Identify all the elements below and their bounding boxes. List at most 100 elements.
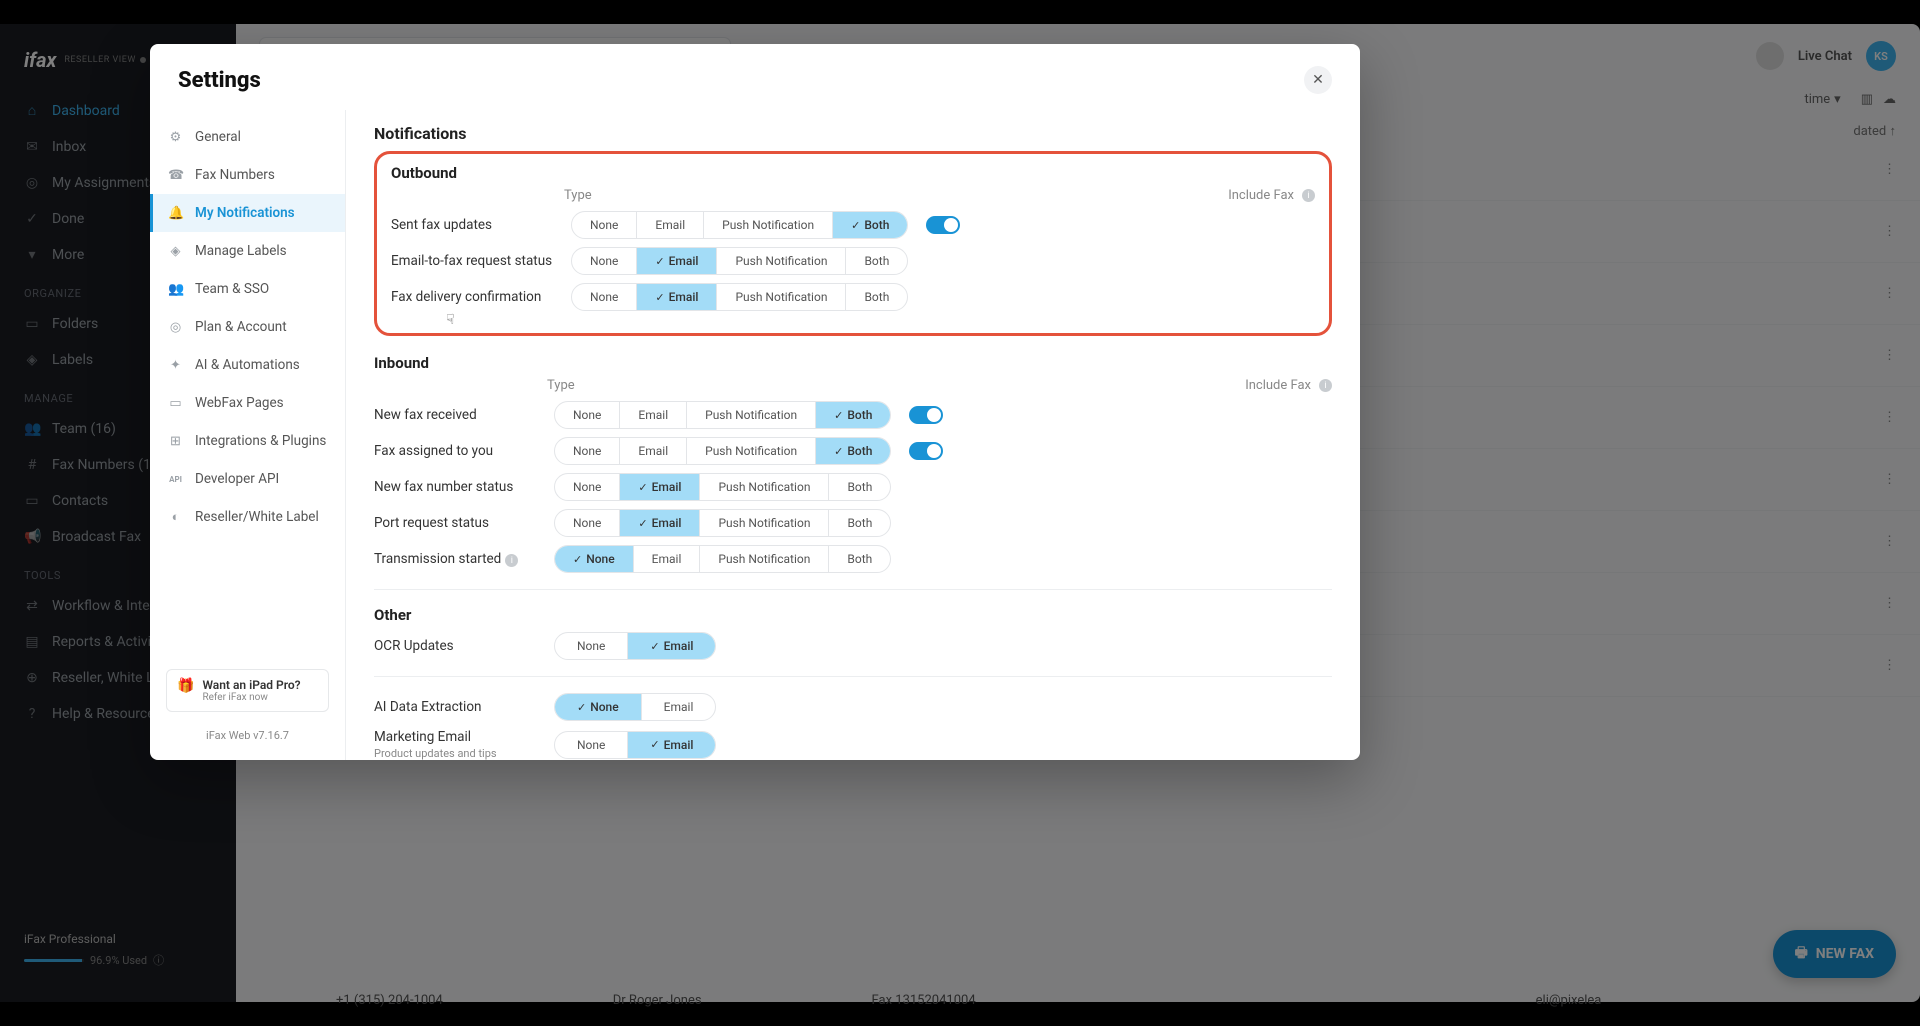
- segmented-control: NoneEmailPush NotificationBoth: [554, 509, 891, 537]
- row-label: OCR Updates: [374, 638, 554, 654]
- notification-row: OCR UpdatesNoneEmail: [374, 632, 1332, 660]
- segment-option[interactable]: Push Notification: [700, 546, 829, 572]
- referral-promo[interactable]: 🎁 Want an iPad Pro? Refer iFax now: [166, 669, 329, 712]
- outbound-title: Outbound: [391, 164, 1315, 182]
- notification-row: New fax receivedNoneEmailPush Notificati…: [374, 401, 1332, 429]
- segment-option[interactable]: Both: [833, 212, 907, 238]
- segment-option[interactable]: Email: [620, 474, 700, 500]
- notification-row: Sent fax updatesNoneEmailPush Notificati…: [391, 211, 1315, 239]
- segment-option[interactable]: None: [555, 438, 620, 464]
- settings-modal: Settings ✕ ⚙General☎Fax Numbers🔔My Notif…: [150, 44, 1360, 760]
- segmented-control: NoneEmailPush NotificationBoth: [554, 545, 891, 573]
- include-fax-toggle[interactable]: [909, 442, 943, 460]
- segment-option[interactable]: Both: [829, 474, 890, 500]
- settings-sidebar: ⚙General☎Fax Numbers🔔My Notifications◈Ma…: [150, 110, 346, 760]
- segment-option[interactable]: Push Notification: [687, 438, 816, 464]
- segment-option[interactable]: Both: [846, 248, 907, 274]
- segment-option[interactable]: None: [555, 546, 634, 572]
- segmented-control: NoneEmailPush NotificationBoth: [554, 437, 891, 465]
- segment-option[interactable]: None: [572, 212, 637, 238]
- info-icon[interactable]: i: [505, 554, 518, 567]
- segment-option[interactable]: None: [555, 510, 620, 536]
- info-icon[interactable]: i: [1319, 379, 1332, 392]
- notification-row: Marketing EmailProduct updates and tipsN…: [374, 729, 1332, 760]
- include-fax-header: Include Faxi: [1228, 188, 1315, 203]
- segment-option[interactable]: Push Notification: [717, 248, 846, 274]
- notification-row: Email-to-fax request statusNoneEmailPush…: [391, 247, 1315, 275]
- page-title: Notifications: [374, 124, 1332, 143]
- segment-option[interactable]: Email: [637, 284, 717, 310]
- segment-option[interactable]: None: [555, 474, 620, 500]
- segment-option[interactable]: Both: [846, 284, 907, 310]
- close-icon: ✕: [1312, 72, 1324, 88]
- settings-nav-item[interactable]: ◎Plan & Account: [150, 308, 345, 346]
- notification-row: Transmission startediNoneEmailPush Notif…: [374, 545, 1332, 573]
- settings-nav-item[interactable]: 🔔My Notifications: [150, 194, 345, 232]
- segment-option[interactable]: None: [572, 284, 637, 310]
- segment-option[interactable]: None: [555, 694, 642, 720]
- segmented-control: NoneEmailPush NotificationBoth: [571, 211, 908, 239]
- notification-row: Fax assigned to youNoneEmailPush Notific…: [374, 437, 1332, 465]
- segmented-control: NoneEmailPush NotificationBoth: [554, 473, 891, 501]
- settings-nav-item[interactable]: ⚙General: [150, 118, 345, 156]
- segment-option[interactable]: Push Notification: [704, 212, 833, 238]
- settings-nav-item[interactable]: ☎Fax Numbers: [150, 156, 345, 194]
- inbound-section: Inbound Type Include Faxi New fax receiv…: [374, 354, 1332, 573]
- settings-nav-item[interactable]: APIDeveloper API: [150, 460, 345, 498]
- settings-nav-item[interactable]: ⊞Integrations & Plugins: [150, 422, 345, 460]
- row-label: Port request status: [374, 515, 554, 531]
- segment-option[interactable]: Both: [816, 402, 890, 428]
- segment-option[interactable]: None: [572, 248, 637, 274]
- info-icon[interactable]: i: [1302, 189, 1315, 202]
- notification-row: AI Data ExtractionNoneEmail: [374, 693, 1332, 721]
- segmented-control: NoneEmail: [554, 632, 716, 660]
- notification-row: New fax number statusNoneEmailPush Notif…: [374, 473, 1332, 501]
- segment-option[interactable]: Email: [628, 732, 715, 758]
- row-label: New fax number status: [374, 479, 554, 495]
- notification-row: Fax delivery confirmationNoneEmailPush N…: [391, 283, 1315, 311]
- settings-nav-item[interactable]: ◐Reseller/White Label: [150, 498, 345, 536]
- include-fax-toggle[interactable]: [909, 406, 943, 424]
- segment-option[interactable]: None: [555, 402, 620, 428]
- notification-row: Port request statusNoneEmailPush Notific…: [374, 509, 1332, 537]
- segment-option[interactable]: Email: [620, 438, 687, 464]
- settings-nav-item[interactable]: 👥Team & SSO: [150, 270, 345, 308]
- settings-nav-item[interactable]: ✦AI & Automations: [150, 346, 345, 384]
- row-label: Marketing EmailProduct updates and tips: [374, 729, 554, 760]
- modal-title: Settings: [178, 68, 261, 93]
- row-label: Sent fax updates: [391, 217, 571, 233]
- segment-option[interactable]: Email: [620, 510, 700, 536]
- settings-nav-item[interactable]: ◈Manage Labels: [150, 232, 345, 270]
- segment-option[interactable]: Push Notification: [700, 510, 829, 536]
- include-fax-toggle[interactable]: [926, 216, 960, 234]
- gift-icon: 🎁: [177, 678, 194, 694]
- row-label: Fax delivery confirmation: [391, 289, 571, 305]
- segmented-control: NoneEmail: [554, 693, 716, 721]
- include-fax-header: Include Faxi: [1245, 378, 1332, 393]
- segmented-control: NoneEmailPush NotificationBoth: [571, 283, 908, 311]
- segment-option[interactable]: Both: [816, 438, 890, 464]
- segment-option[interactable]: Push Notification: [717, 284, 846, 310]
- segment-option[interactable]: Push Notification: [687, 402, 816, 428]
- settings-nav-item[interactable]: ▭WebFax Pages: [150, 384, 345, 422]
- segment-option[interactable]: Email: [637, 248, 717, 274]
- other-section: Other OCR UpdatesNoneEmailAI Data Extrac…: [374, 606, 1332, 760]
- outbound-section: Outbound Type Include Faxi Sent fax upda…: [374, 151, 1332, 336]
- segment-option[interactable]: Email: [628, 633, 715, 659]
- close-button[interactable]: ✕: [1304, 66, 1332, 94]
- divider: [374, 676, 1332, 677]
- row-label: Transmission startedi: [374, 551, 554, 568]
- segment-option[interactable]: Email: [642, 694, 716, 720]
- segment-option[interactable]: Both: [829, 510, 890, 536]
- segment-option[interactable]: Push Notification: [700, 474, 829, 500]
- segment-option[interactable]: Email: [637, 212, 704, 238]
- row-label: AI Data Extraction: [374, 699, 554, 715]
- row-label: Email-to-fax request status: [391, 253, 571, 269]
- segment-option[interactable]: None: [555, 732, 628, 758]
- segment-option[interactable]: Email: [620, 402, 687, 428]
- segment-option[interactable]: Email: [634, 546, 701, 572]
- segmented-control: NoneEmailPush NotificationBoth: [571, 247, 908, 275]
- segment-option[interactable]: Both: [829, 546, 890, 572]
- segment-option[interactable]: None: [555, 633, 628, 659]
- type-header: Type: [564, 188, 592, 203]
